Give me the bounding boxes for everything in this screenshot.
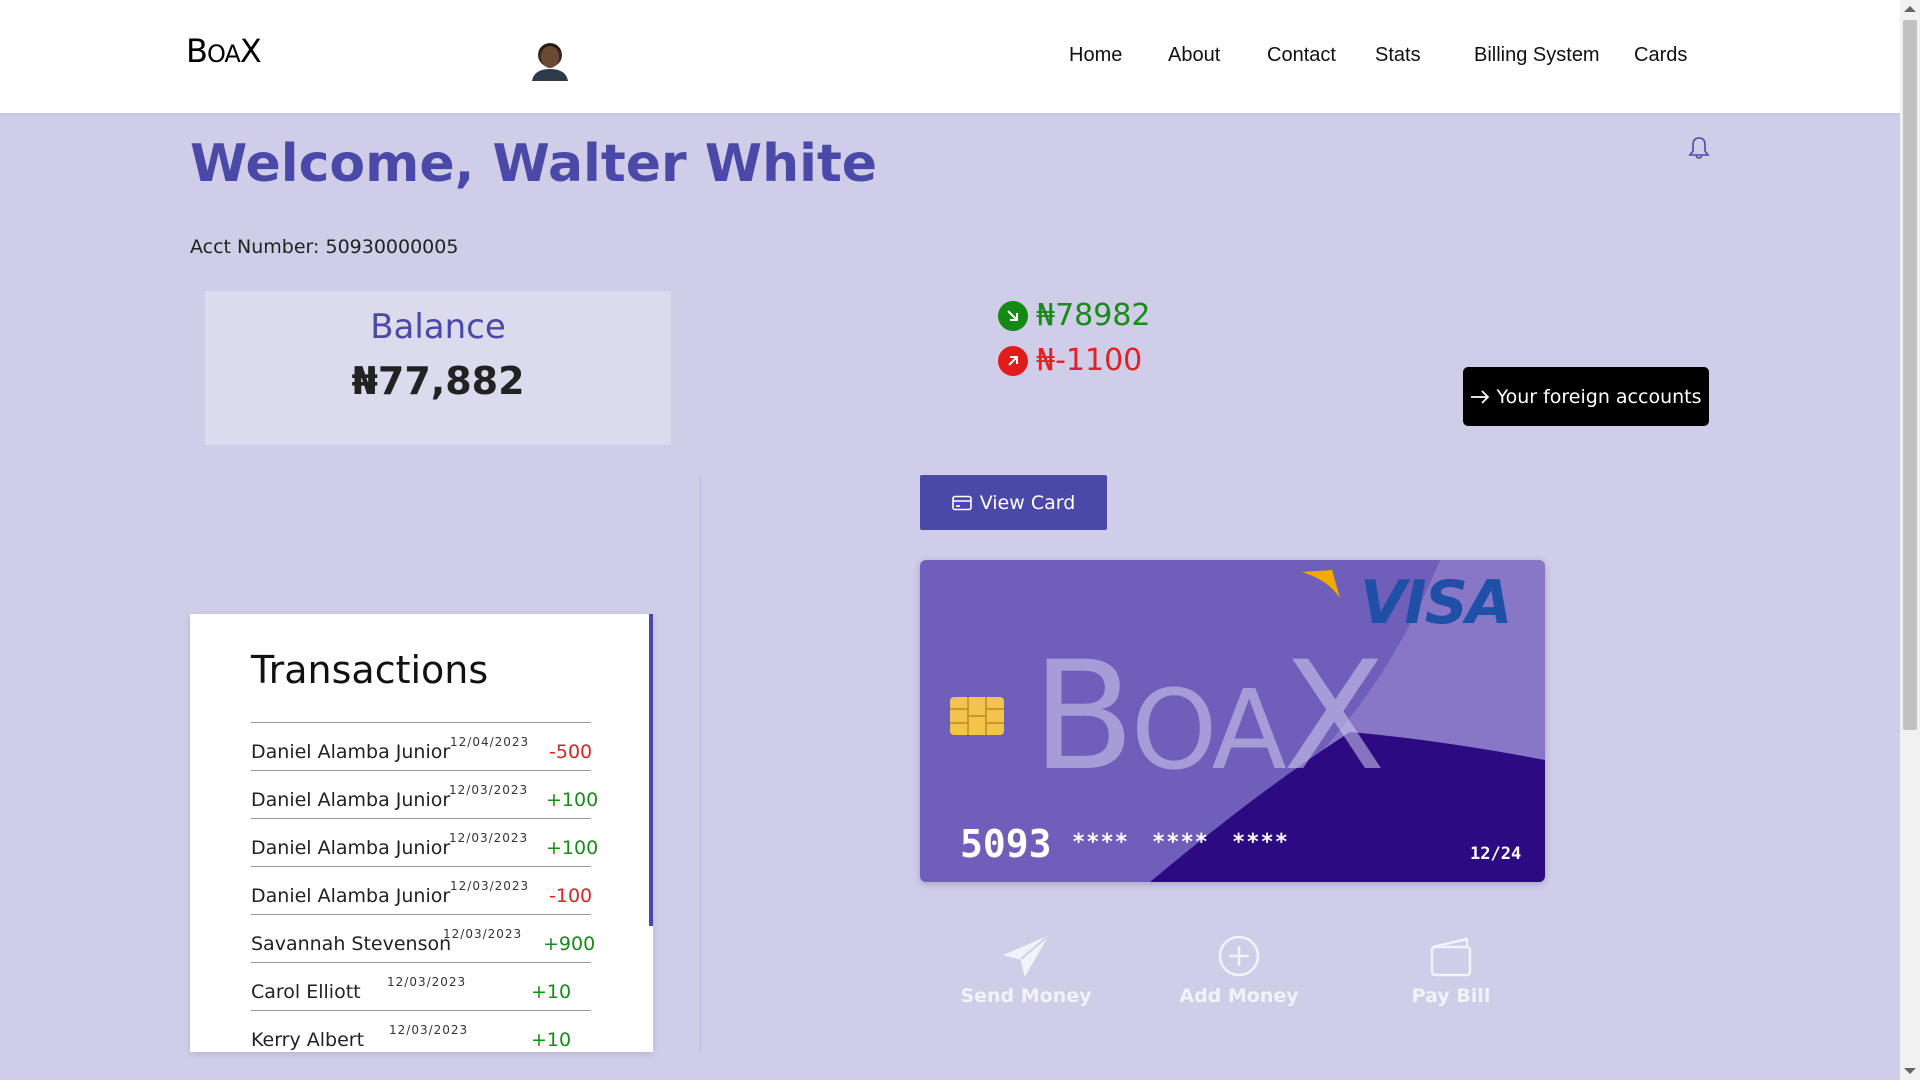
tx-amount: +900	[543, 933, 596, 955]
tx-name: Kerry Albert	[251, 1029, 365, 1051]
table-row[interactable]: Kerry Albert 12/03/2023 +10	[251, 1011, 591, 1052]
logo-x: X	[239, 32, 262, 70]
scroll-thumb[interactable]	[1903, 20, 1917, 730]
logo-b: B	[186, 32, 208, 70]
card-number-lead: 5093	[960, 822, 1052, 866]
tx-name: Daniel Alamba Junior	[251, 885, 451, 907]
page-title: Welcome, Walter White	[190, 134, 878, 194]
card-logo-b: B	[1032, 630, 1135, 804]
navbar: BOAX Home About Contact Stats Billing Sy…	[0, 0, 1900, 113]
tx-date: 12/03/2023	[449, 783, 529, 797]
arrow-up-right-icon	[998, 345, 1028, 376]
tx-date: 12/04/2023	[450, 735, 530, 749]
logo[interactable]: BOAX	[186, 32, 262, 70]
transactions-list: Daniel Alamba Junior 12/04/2023 -500 Dan…	[251, 722, 598, 1052]
card-number-mask: ****	[1072, 830, 1129, 855]
visa-flag-icon	[1302, 570, 1340, 598]
bell-icon[interactable]	[1688, 136, 1710, 160]
balance-card: Balance ₦77,882	[205, 291, 671, 445]
table-row[interactable]: Daniel Alamba Junior 12/03/2023 -100	[251, 867, 593, 915]
wallet-icon	[1430, 937, 1472, 977]
table-row[interactable]: Daniel Alamba Junior 12/03/2023 +100	[251, 771, 598, 819]
chip-icon	[950, 697, 1004, 735]
send-icon	[1004, 936, 1048, 976]
foreign-accounts-button[interactable]: Your foreign accounts	[1463, 367, 1709, 426]
card-number-mask: ****	[1152, 830, 1209, 855]
card-logo-x: X	[1282, 630, 1386, 804]
tx-amount: +100	[546, 837, 599, 859]
nav-stats[interactable]: Stats	[1375, 44, 1421, 67]
arrow-right-icon	[1471, 389, 1490, 404]
tx-name: Savannah Stevenson	[251, 933, 452, 955]
tx-date: 12/03/2023	[389, 1023, 469, 1037]
add-money-button[interactable]: Add Money	[1164, 935, 1314, 1007]
arrow-down-right-icon	[998, 300, 1028, 331]
nav-contact[interactable]: Contact	[1267, 44, 1336, 67]
scroll-up-icon[interactable]	[1904, 6, 1916, 12]
table-row[interactable]: Carol Elliott 12/03/2023 +10	[251, 963, 591, 1011]
tx-amount: +10	[531, 1029, 572, 1051]
tx-amount: +10	[531, 981, 572, 1003]
pay-bill-button[interactable]: Pay Bill	[1376, 935, 1526, 1007]
credit-card: VISA BOAX 5093 **** **** **** 12/24	[920, 560, 1545, 882]
view-card-button[interactable]: View Card	[920, 475, 1107, 530]
card-number-mask: ****	[1232, 830, 1289, 855]
nav-about[interactable]: About	[1168, 44, 1220, 67]
scroll-down-icon[interactable]	[1904, 1068, 1916, 1074]
foreign-accounts-label: Your foreign accounts	[1496, 385, 1702, 408]
tx-name: Daniel Alamba Junior	[251, 741, 451, 763]
card-brand: VISA	[1360, 568, 1512, 638]
add-money-label: Add Money	[1179, 985, 1299, 1007]
tx-name: Carol Elliott	[251, 981, 361, 1003]
card-logo: BOAX	[1032, 630, 1386, 804]
tx-name: Daniel Alamba Junior	[251, 837, 451, 859]
transactions-scroll-accent	[649, 614, 653, 926]
plus-circle-icon	[1218, 935, 1260, 977]
avatar[interactable]	[532, 37, 568, 81]
tx-amount: +100	[546, 789, 599, 811]
nav-billing-system[interactable]: Billing System	[1474, 44, 1600, 67]
divider	[700, 476, 701, 1052]
logo-oa: OA	[206, 40, 241, 68]
table-row[interactable]: Savannah Stevenson 12/03/2023 +900	[251, 915, 595, 963]
expense-row: ₦-1100	[998, 343, 1142, 378]
credit-card-icon	[951, 495, 972, 510]
transactions-card[interactable]: Transactions Daniel Alamba Junior 12/04/…	[190, 614, 653, 1052]
nav-cards[interactable]: Cards	[1634, 44, 1687, 67]
view-card-label: View Card	[979, 491, 1076, 514]
tx-date: 12/03/2023	[387, 975, 467, 989]
expense-amount: ₦-1100	[1036, 343, 1143, 378]
tx-name: Daniel Alamba Junior	[251, 789, 451, 811]
tx-date: 12/03/2023	[443, 927, 523, 941]
table-row[interactable]: Daniel Alamba Junior 12/03/2023 +100	[251, 819, 598, 867]
transactions-title: Transactions	[251, 648, 489, 692]
tx-date: 12/03/2023	[450, 879, 530, 893]
table-row[interactable]: Daniel Alamba Junior 12/04/2023 -500	[251, 723, 593, 771]
income-amount: ₦78982	[1036, 298, 1151, 333]
tx-date: 12/03/2023	[449, 831, 529, 845]
tx-amount: -100	[549, 885, 593, 907]
send-money-label: Send Money	[960, 985, 1092, 1007]
scrollbar[interactable]	[1900, 0, 1920, 1080]
nav-home[interactable]: Home	[1069, 44, 1122, 67]
account-number: Acct Number: 50930000005	[190, 236, 459, 258]
card-expiry: 12/24	[1470, 844, 1522, 864]
balance-title: Balance	[370, 307, 506, 347]
send-money-button[interactable]: Send Money	[951, 935, 1101, 1007]
income-row: ₦78982	[998, 298, 1151, 333]
pay-bill-label: Pay Bill	[1411, 985, 1491, 1007]
card-logo-oa: OA	[1130, 666, 1287, 794]
tx-amount: -500	[549, 741, 593, 763]
balance-amount: ₦77,882	[351, 359, 525, 403]
